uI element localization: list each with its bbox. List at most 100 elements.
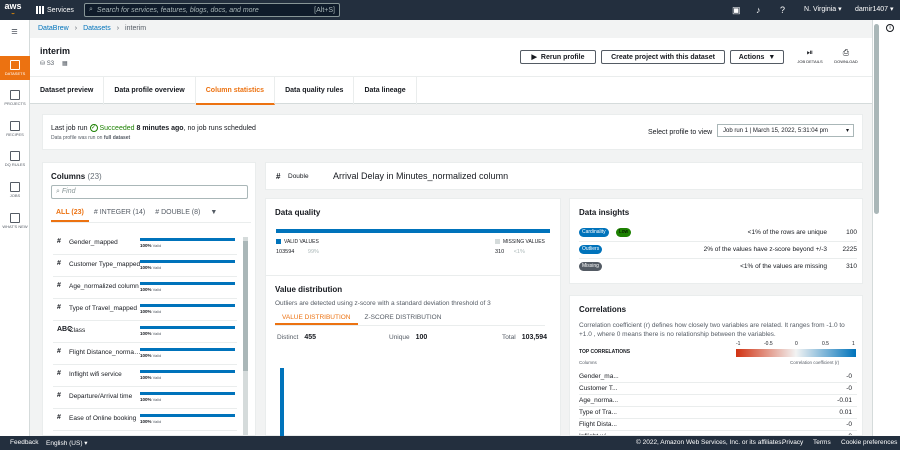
valid-label: 100% Valid (140, 287, 162, 292)
column-list-item[interactable]: # Gender_mapped 100% Valid (53, 233, 237, 255)
job-run-banner: Last job run ✓ Succeeded 8 minutes ago, … (42, 114, 863, 150)
copyright: © 2022, Amazon Web Services, Inc. or its… (636, 439, 784, 446)
cloudshell-icon[interactable]: ▣ (732, 5, 741, 16)
dataset-source: ⛁ S3 ▦ (40, 61, 68, 67)
download-icon: ⎙ (842, 48, 850, 57)
dataset-header: interim ⛁ S3 ▦ ▶ Rerun profile Create proj… (30, 38, 872, 76)
job-run-note: Data profile was run on full dataset (51, 135, 131, 141)
language-selector[interactable]: English (US) ▾ (46, 439, 88, 447)
services-menu-button[interactable]: Services (36, 6, 74, 14)
valid-bar (140, 326, 235, 329)
column-name: Type of Travel_mapped (69, 305, 137, 312)
help-icon[interactable]: ? (780, 5, 785, 15)
column-list-item[interactable]: # Type of Travel_mapped 100% Valid (53, 299, 237, 321)
correlation-row[interactable]: Flight Dista... -0 (579, 419, 857, 431)
correlation-row[interactable]: Gender_ma... -0 (579, 371, 857, 383)
column-list-item[interactable]: # Flight Distance_normalized 100% Valid (53, 343, 237, 365)
page-scrollbar[interactable] (874, 24, 879, 214)
column-type-icon: # (57, 392, 61, 399)
column-list-item[interactable]: # Ease of Online booking 100% Valid (53, 409, 237, 431)
search-icon: ⌕ (89, 6, 93, 13)
valid-bar (140, 238, 235, 241)
correlation-row[interactable]: Customer T... -0 (579, 383, 857, 395)
column-name: Age_normalized column (69, 283, 139, 290)
nav-dq-rules[interactable]: DQ RULES (0, 151, 30, 167)
jobs-icon (10, 182, 20, 192)
data-quality-title: Data quality (275, 208, 321, 217)
recipe-icon (10, 121, 20, 131)
dataset-icon (10, 60, 20, 70)
top-correlations-heading: TOP CORRELATIONS (579, 349, 631, 355)
nav-recipes[interactable]: RECIPES (0, 121, 30, 137)
grid-icon (36, 6, 44, 14)
column-list-item[interactable]: # Inflight wifi service 100% Valid (53, 365, 237, 387)
tab-dataset-preview[interactable]: Dataset preview (30, 77, 105, 105)
job-details-button[interactable]: ⏯ JOB DETAILS (796, 48, 824, 64)
actions-button[interactable]: Actions ▼ (730, 50, 784, 64)
valid-legend: VALID VALUES (276, 239, 319, 245)
valid-bar (140, 414, 235, 417)
bucket-icon: ⛁ (40, 61, 47, 67)
distinct-stat: Distinct 455 (277, 334, 316, 341)
correlations-description: Correlation coefficient (r) defines how … (579, 322, 845, 338)
rerun-profile-button[interactable]: ▶ Rerun profile (520, 50, 596, 64)
correlation-row[interactable]: Type of Tra... 0.01 (579, 407, 857, 419)
nav-whats-new[interactable]: WHAT'S NEW (0, 213, 30, 229)
tab-data-profile-overview[interactable]: Data profile overview (104, 77, 196, 105)
cookie-preferences-link[interactable]: Cookie preferences (841, 439, 897, 446)
filter-all[interactable]: ALL (23) (51, 207, 89, 222)
column-list-item[interactable]: # Customer Type_mapped 100% Valid (53, 255, 237, 277)
filter-integer[interactable]: # INTEGER (14) (89, 207, 150, 222)
create-project-button[interactable]: Create project with this dataset (601, 50, 725, 64)
top-nav-bar: aws ⌣ Services ⌕ Search for services, fea… (0, 0, 900, 20)
aws-logo[interactable]: aws ⌣ (0, 2, 26, 18)
breadcrumb-databrew[interactable]: DataBrew (38, 25, 69, 32)
nav-jobs[interactable]: JOBS (0, 182, 30, 198)
footer: Feedback English (US) ▾ © 2022, Amazon W… (0, 436, 900, 450)
correlation-column: Gender_ma... (579, 373, 619, 380)
info-icon[interactable]: i (886, 24, 894, 32)
column-search-input[interactable]: ⌕ Find (51, 185, 248, 199)
column-list-item[interactable]: # Departure/Arrival time 100% Valid (53, 387, 237, 409)
search-input[interactable]: ⌕ Search for services, features, blogs, … (84, 3, 340, 17)
nav-projects[interactable]: PROJECTS (0, 90, 30, 106)
tab-value-distribution[interactable]: VALUE DISTRIBUTION (275, 312, 358, 325)
column-type-icon: # (57, 348, 61, 355)
column-list-item[interactable]: ABC Class 100% Valid (53, 321, 237, 343)
breadcrumb-datasets[interactable]: Datasets (83, 25, 111, 32)
valid-swatch (276, 239, 281, 245)
download-button[interactable]: ⎙ DOWNLOAD (832, 48, 860, 64)
tab-zscore-distribution[interactable]: Z-SCORE DISTRIBUTION (358, 312, 449, 325)
histogram-bar[interactable] (280, 368, 284, 436)
valid-label: 100% Valid (140, 309, 162, 314)
column-list-item[interactable]: # Age_normalized column 100% Valid (53, 277, 237, 299)
terms-link[interactable]: Terms (813, 439, 831, 446)
missing-swatch (495, 239, 500, 245)
tab-data-lineage[interactable]: Data lineage (354, 77, 417, 105)
dq-rules-icon (10, 151, 20, 161)
bell-icon[interactable]: ♪ (756, 5, 761, 15)
profile-select[interactable]: Job run 1 | March 15, 2022, 5:31:04 pm ▾ (717, 124, 854, 137)
region-selector[interactable]: N. Virginia ▾ (804, 5, 842, 13)
correlation-row[interactable]: Age_norma... -0.01 (579, 395, 857, 407)
left-navigation: ≡ DATASETS PROJECTS RECIPES DQ RULES JOB… (0, 20, 30, 436)
valid-label: 100% Valid (140, 265, 162, 270)
correlation-value: -0 (846, 421, 852, 428)
insight-row: Cardinality Low <1% of the rows are uniq… (579, 225, 857, 242)
correlation-value: 0.01 (839, 409, 852, 416)
menu-icon[interactable]: ≡ (0, 26, 29, 38)
tab-column-statistics[interactable]: Column statistics (195, 77, 276, 105)
filter-double[interactable]: # DOUBLE (8) (150, 207, 205, 222)
user-menu[interactable]: damir1407 ▾ (855, 5, 894, 13)
page-title: interim (40, 46, 71, 56)
feedback-link[interactable]: Feedback (10, 439, 39, 446)
caret-down-icon: ▼ (210, 209, 218, 216)
privacy-link[interactable]: Privacy (782, 439, 803, 446)
columns-scrollbar-thumb[interactable] (243, 241, 248, 371)
valid-label: 100% Valid (140, 331, 162, 336)
tab-data-quality-rules[interactable]: Data quality rules (275, 77, 355, 105)
correlation-value: -0 (846, 385, 852, 392)
value-distribution-card: Value distribution Outliers are detected… (265, 275, 561, 436)
filter-more-dropdown[interactable]: ▼ (205, 207, 222, 222)
nav-datasets[interactable]: DATASETS (0, 56, 30, 80)
